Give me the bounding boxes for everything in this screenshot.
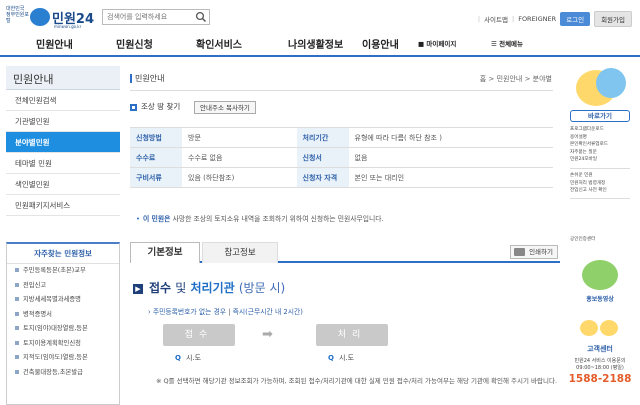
nav-item-verify[interactable]: 확인서비스 (196, 36, 242, 51)
bullet-icon (15, 268, 19, 272)
promo-video-image[interactable] (582, 260, 618, 290)
logo-sub: minwon.go.kr (54, 24, 82, 29)
table-row: 수수료 수수료 없음 신청서 없음 (130, 147, 553, 168)
logo-emblem-text: 대한민국 정부민원포털 (6, 6, 30, 24)
favorite-item[interactable]: 지적도(임야도)열람,등본 (7, 351, 119, 366)
favorite-item[interactable]: 토지이용계획확인신청 (7, 337, 119, 352)
table-row: 신청방법 방문 처리기간 유형에 따라 다름( 하단 참조 ) (130, 127, 553, 148)
quicklink-item[interactable]: 본인확인서류업로드 (570, 141, 632, 149)
quicklink-item[interactable]: 민원24모바일 (570, 156, 632, 164)
search-box (102, 9, 210, 25)
quicklink-title[interactable]: 바로가기 (570, 110, 630, 122)
favorite-item[interactable]: 토지(임야)대장열람,등본 (7, 322, 119, 337)
divider (130, 90, 553, 91)
quicklink-item[interactable]: 용어설명 (570, 134, 632, 142)
favorites-panel: 자주찾는 민원정보 주민등록등본(초본)교부 전입신고 지방세세목별과세증명 병… (6, 242, 120, 405)
promo-video-label[interactable]: 홍보동영상 (570, 294, 630, 303)
favorite-item[interactable]: 병적증명서 (7, 308, 119, 323)
footnote: ※ Q를 선택하면 해당기관 정보조회가 가능하며, 조회된 접수/처리기관에 … (156, 377, 558, 385)
customer-center-title: 고객센터 (587, 345, 613, 353)
allmenu-link[interactable]: ☰ 전체메뉴 (491, 38, 523, 48)
favorite-item[interactable]: 지방세세목별과세증명 (7, 293, 119, 308)
sidebar-item-all-search[interactable]: 전체민원검색 (6, 90, 120, 111)
flow-arrow-icon: ➡ (262, 327, 273, 342)
section-title: ▶ 접수 및 처리기관 (방문 시) (133, 279, 285, 296)
print-button[interactable]: 인쇄하기 (510, 245, 558, 259)
tab-basic-info[interactable]: 기본정보 (130, 242, 200, 263)
login-button[interactable]: 로그인 (560, 12, 591, 26)
favorites-title: 자주찾는 민원정보 (7, 244, 119, 264)
process-org-link[interactable]: Q 시.도 (328, 353, 354, 363)
search-icon[interactable] (195, 11, 207, 23)
search-input[interactable] (103, 10, 191, 24)
copy-address-button[interactable]: 안내주소 복사하기 (194, 101, 256, 114)
signup-button[interactable]: 회원가입 (594, 11, 632, 27)
receive-org-link[interactable]: Q 시.도 (175, 353, 201, 363)
right-rail: 바로가기 프로그램다운로드 용어설명 본인확인서류업로드 자주묻는 질문 민원2… (566, 64, 634, 405)
sidebar-item-package[interactable]: 민원패키지서비스 (6, 195, 120, 216)
tab-reference-info[interactable]: 참고정보 (202, 242, 278, 263)
breadcrumb-field[interactable]: 분야별 (533, 75, 552, 83)
bullet-icon (15, 282, 19, 287)
center-mascot-image-2 (600, 320, 618, 336)
top-links: | 사이트맵 | FOREIGNER 로그인 회원가입 (478, 11, 632, 27)
phone-number: 1588-2188 (568, 373, 632, 385)
sidebar-item-by-field[interactable]: 분야별민원 (6, 132, 120, 153)
bullet-icon (15, 355, 19, 359)
mascot-image-2 (596, 68, 626, 98)
favorite-item[interactable]: 전입신고 (7, 279, 119, 294)
favorite-item[interactable]: 주민등록등본(초본)교부 (7, 264, 119, 279)
magnifier-icon: Q (328, 354, 334, 362)
main-nav: 민원안내 민원신청 확인서비스 나의생활정보 이용안내 ■ 마이페이지 ☰ 전체… (0, 31, 640, 57)
service-description: • 이 민원은 사망한 조상의 토지소유 내역을 조회하기 위하여 신청하는 민원… (136, 215, 384, 223)
sidebar-item-by-theme[interactable]: 테마별 민원 (6, 153, 120, 174)
processing-note: › 주민등록번호가 없는 경우 | 즉시(근무시간 내 2시간) (148, 308, 303, 316)
flow-receive-box: 접수 (163, 324, 235, 346)
sidebar-menu: 전체민원검색 기관별민원 분야별민원 테마별 민원 색인별민원 민원패키지서비스 (6, 90, 120, 216)
table-row: 구비서류 있음 (하단참조) 신청자 자격 본인 또는 대리인 (130, 167, 553, 188)
rail-links: 손쉬운 민원 민원처리 법령개정 전입신고 사전 확인 (570, 172, 632, 195)
bullet-icon (15, 340, 19, 345)
bullet-icon (15, 326, 19, 330)
cert-link[interactable]: 공인인증센터 (570, 236, 632, 244)
breadcrumb-guide[interactable]: 민원안내 (497, 75, 523, 83)
quicklink-item[interactable]: 자주묻는 질문 (570, 149, 632, 157)
arrow-right-icon: ▶ (133, 284, 143, 294)
favorite-item[interactable]: 건축물대장등,초본발급 (7, 366, 119, 381)
rail-link[interactable]: 손쉬운 민원 (570, 172, 632, 180)
info-table: 신청방법 방문 처리기간 유형에 따라 다름( 하단 참조 ) 수수료 수수료 … (130, 127, 553, 188)
quicklink-list: 프로그램다운로드 용어설명 본인확인서류업로드 자주묻는 질문 민원24모바일 (570, 126, 632, 164)
center-mascot-image (580, 320, 598, 336)
foreigner-link[interactable]: FOREIGNER (518, 15, 556, 23)
square-bullet-icon (130, 103, 137, 111)
logo-badge-icon (30, 8, 50, 26)
magnifier-icon: Q (175, 354, 181, 362)
customer-center: 민원24 서비스 이용문의 09:00~18:00 (평일) 1588-2188 (568, 358, 632, 385)
mypage-link[interactable]: ■ 마이페이지 (418, 38, 456, 48)
tab-bar: 기본정보 참고정보 인쇄하기 (130, 242, 560, 263)
bullet-icon (15, 297, 19, 301)
service-name: 조상 땅 찾기 (130, 101, 180, 112)
rail-link[interactable]: 민원처리 법령개정 (570, 180, 632, 188)
sidebar-item-by-index[interactable]: 색인별민원 (6, 174, 120, 195)
flow-process-box: 처리 (316, 324, 388, 346)
quicklink-item[interactable]: 프로그램다운로드 (570, 126, 632, 134)
breadcrumb-home[interactable]: 홈 (480, 75, 486, 83)
sitemap-link[interactable]: 사이트맵 (484, 14, 508, 24)
nav-item-mylife[interactable]: 나의생활정보 (288, 36, 343, 51)
nav-item-usage[interactable]: 이용안내 (362, 36, 399, 51)
bullet-icon (15, 369, 19, 374)
sidebar-item-by-agency[interactable]: 기관별민원 (6, 111, 120, 132)
page-title: 민원안내 (130, 73, 164, 84)
breadcrumb: 홈 > 민원안내 > 분야별 (479, 75, 552, 83)
minwon24-logo[interactable]: 대한민국 정부민원포털 민원24 minwon.go.kr (6, 6, 96, 30)
sidebar-title: 민원안내 (6, 66, 120, 90)
rail-link[interactable]: 전입신고 사전 확인 (570, 187, 632, 195)
printer-icon (514, 248, 526, 256)
bullet-icon (15, 311, 19, 316)
nav-item-apply[interactable]: 민원신청 (116, 36, 153, 51)
nav-item-guide[interactable]: 민원안내 (36, 36, 73, 51)
